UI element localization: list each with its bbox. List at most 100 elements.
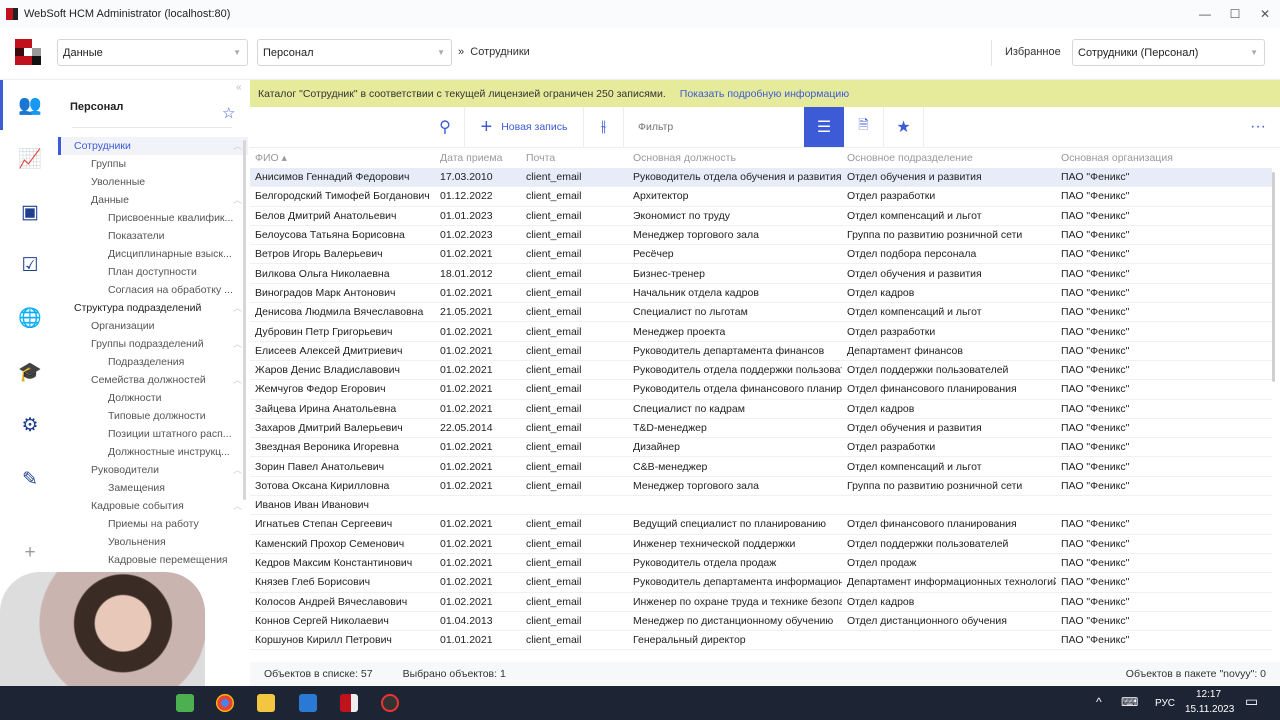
clock-date[interactable]: 15.11.2023: [1185, 704, 1234, 715]
maximize-button[interactable]: ☐: [1220, 0, 1250, 28]
table-row[interactable]: Зотова Оксана Кирилловна 01.02.2021 client…: [250, 477, 1272, 497]
checklist-icon[interactable]: ☑: [18, 254, 42, 278]
column-header[interactable]: Основная должность: [628, 152, 842, 164]
table-row[interactable]: Колосов Андрей Вячеславович 01.02.2021 cli…: [250, 593, 1272, 612]
table-row[interactable]: Кедров Максим Константинович 01.02.2021 cl…: [250, 554, 1272, 574]
table-row[interactable]: Виноградов Марк Антонович 01.02.2021 clien…: [250, 284, 1272, 304]
tray-chevron-icon[interactable]: ^: [1096, 695, 1102, 709]
websoft-app-icon[interactable]: [340, 694, 358, 712]
minimize-button[interactable]: —: [1190, 0, 1220, 28]
tree-item[interactable]: Увольнения: [58, 533, 248, 551]
chevron-up-icon[interactable]: ︿: [233, 497, 242, 515]
table-row[interactable]: Звездная Вероника Игоревна 01.02.2021 clie…: [250, 438, 1272, 458]
chrome-icon[interactable]: [216, 694, 234, 712]
table-row[interactable]: Коршунов Кирилл Петрович 01.01.2021 client…: [250, 631, 1272, 651]
keyboard-icon[interactable]: ⌨: [1121, 695, 1138, 709]
column-header[interactable]: Почта: [521, 152, 628, 164]
filter-input[interactable]: [628, 107, 804, 147]
tree-item[interactable]: Дисциплинарные взыск...: [58, 245, 248, 263]
plus-icon[interactable]: +: [18, 541, 42, 565]
tree-item[interactable]: Семейства должностей ︿: [58, 371, 248, 389]
tree-item[interactable]: Подразделения: [58, 353, 248, 371]
brush-icon[interactable]: ✎: [18, 468, 42, 492]
table-row[interactable]: Зайцева Ирина Анатольевна 01.02.2021 clien…: [250, 400, 1272, 419]
table-row[interactable]: Каменский Прохор Семенович 01.02.2021 clie…: [250, 535, 1272, 554]
columns-button[interactable]: ⫳: [584, 107, 624, 147]
column-header[interactable]: Основное подразделение: [842, 152, 1056, 164]
gear-icon[interactable]: ⚙: [18, 414, 42, 438]
tree-item[interactable]: Типовые должности: [58, 407, 248, 425]
table-row[interactable]: Елисеев Алексей Дмитриевич 01.02.2021 clie…: [250, 342, 1272, 361]
chart-icon[interactable]: 📈: [18, 148, 42, 172]
graduation-cap-icon[interactable]: 🎓: [18, 361, 42, 385]
new-record-button[interactable]: + Новая запись: [464, 107, 584, 147]
tree-item[interactable]: План доступности: [58, 263, 248, 281]
section-select[interactable]: Данные ▼: [57, 39, 248, 66]
tree-item[interactable]: Уволенные: [58, 173, 248, 191]
tree-item[interactable]: Руководители ︿: [58, 461, 248, 479]
notifications-icon[interactable]: ▭: [1245, 693, 1258, 710]
recorder-icon[interactable]: [381, 694, 399, 712]
people-icon[interactable]: 👥: [18, 94, 42, 118]
tree-item[interactable]: Присвоенные квалифик...: [58, 209, 248, 227]
search-button[interactable]: ⚲: [426, 107, 464, 147]
more-button[interactable]: ···: [1240, 107, 1276, 147]
column-header[interactable]: ФИО ▴: [250, 152, 435, 164]
tree-item[interactable]: Структура подразделений ︿: [58, 299, 248, 317]
favorite-star-icon[interactable]: ☆: [222, 104, 235, 122]
table-row[interactable]: Анисимов Геннадий Федорович 17.03.2010 cli…: [250, 168, 1272, 188]
close-button[interactable]: ✕: [1250, 0, 1280, 28]
tree-item[interactable]: Позиции штатного расп...: [58, 425, 248, 443]
tree-item[interactable]: Приемы на работу: [58, 515, 248, 533]
table-row[interactable]: Дубровин Петр Григорьевич 01.02.2021 clien…: [250, 322, 1272, 342]
column-header[interactable]: Основная организация: [1056, 152, 1266, 164]
clock-time[interactable]: 12:17: [1196, 689, 1221, 700]
favorites-select[interactable]: Сотрудники (Персонал) ▼: [1072, 39, 1265, 66]
catalog-select[interactable]: Персонал ▼: [257, 39, 452, 66]
table-row[interactable]: Белов Дмитрий Анатольевич 01.01.2023 clien…: [250, 207, 1272, 226]
chevron-up-icon[interactable]: ︿: [233, 461, 242, 479]
tree-item[interactable]: Показатели: [58, 227, 248, 245]
tree-item[interactable]: Сотрудники ︿: [58, 137, 248, 155]
tree-item[interactable]: Данные ︿: [58, 191, 248, 209]
chevron-up-icon[interactable]: ︿: [233, 371, 242, 389]
tree-item[interactable]: Замещения: [58, 479, 248, 497]
filter-settings-button[interactable]: ☰: [804, 107, 844, 147]
favorites-button[interactable]: ★: [884, 107, 924, 147]
chevron-up-icon[interactable]: ︿: [233, 191, 242, 209]
table-row[interactable]: Князев Глеб Борисович 01.02.2021 client_em…: [250, 573, 1272, 593]
tree-item[interactable]: Согласия на обработку ...: [58, 281, 248, 299]
table-row[interactable]: Жаров Денис Владиславович 01.02.2021 clien…: [250, 361, 1272, 381]
table-row[interactable]: Жемчугов Федор Егорович 01.02.2021 client_…: [250, 380, 1272, 400]
table-row[interactable]: Денисова Людмила Вячеславовна 21.05.2021 c…: [250, 303, 1272, 323]
tree-item[interactable]: Группы подразделений ︿: [58, 335, 248, 353]
tree-item[interactable]: Группы: [58, 155, 248, 173]
table-row[interactable]: Белгородский Тимофей Богданович 01.12.202…: [250, 187, 1272, 207]
store-icon[interactable]: [299, 694, 317, 712]
chevron-up-icon[interactable]: ︿: [233, 137, 242, 155]
tree-item[interactable]: Должности: [58, 389, 248, 407]
column-header[interactable]: Дата приема: [435, 152, 521, 164]
table-row[interactable]: Зорин Павел Анатольевич 01.02.2021 client_…: [250, 457, 1272, 477]
id-card-icon[interactable]: ▣: [18, 201, 42, 225]
table-row[interactable]: Захаров Дмитрий Валерьевич 22.05.2014 clie…: [250, 419, 1272, 439]
table-row[interactable]: Ветров Игорь Валерьевич 01.02.2021 client_…: [250, 245, 1272, 265]
chevron-up-icon[interactable]: ︿: [233, 335, 242, 353]
table-scrollbar[interactable]: [1272, 172, 1275, 382]
table-row[interactable]: Иванов Иван Иванович: [250, 496, 1272, 516]
tree-item[interactable]: Организации: [58, 317, 248, 335]
chevron-up-icon[interactable]: ︿: [233, 299, 242, 317]
collapse-panel-icon[interactable]: «: [236, 82, 242, 93]
table-row[interactable]: Коннов Сергей Николаевич 01.04.2013 client…: [250, 612, 1272, 632]
folder-icon[interactable]: [257, 694, 275, 712]
tree-item[interactable]: Должностные инструкц...: [58, 443, 248, 461]
tree-item[interactable]: Кадровые перемещения: [58, 551, 248, 569]
language-indicator[interactable]: РУС: [1155, 698, 1175, 709]
preview-button[interactable]: 🗎: [844, 107, 884, 147]
table-row[interactable]: Белоусова Татьяна Борисовна 01.02.2023 cli…: [250, 226, 1272, 246]
globe-icon[interactable]: 🌐: [18, 307, 42, 331]
table-row[interactable]: Вилкова Ольга Николаевна 18.01.2012 client…: [250, 264, 1272, 284]
excel-icon[interactable]: [176, 694, 194, 712]
tree-scrollbar[interactable]: [243, 140, 246, 500]
banner-details-link[interactable]: Показать подробную информацию: [680, 88, 849, 100]
